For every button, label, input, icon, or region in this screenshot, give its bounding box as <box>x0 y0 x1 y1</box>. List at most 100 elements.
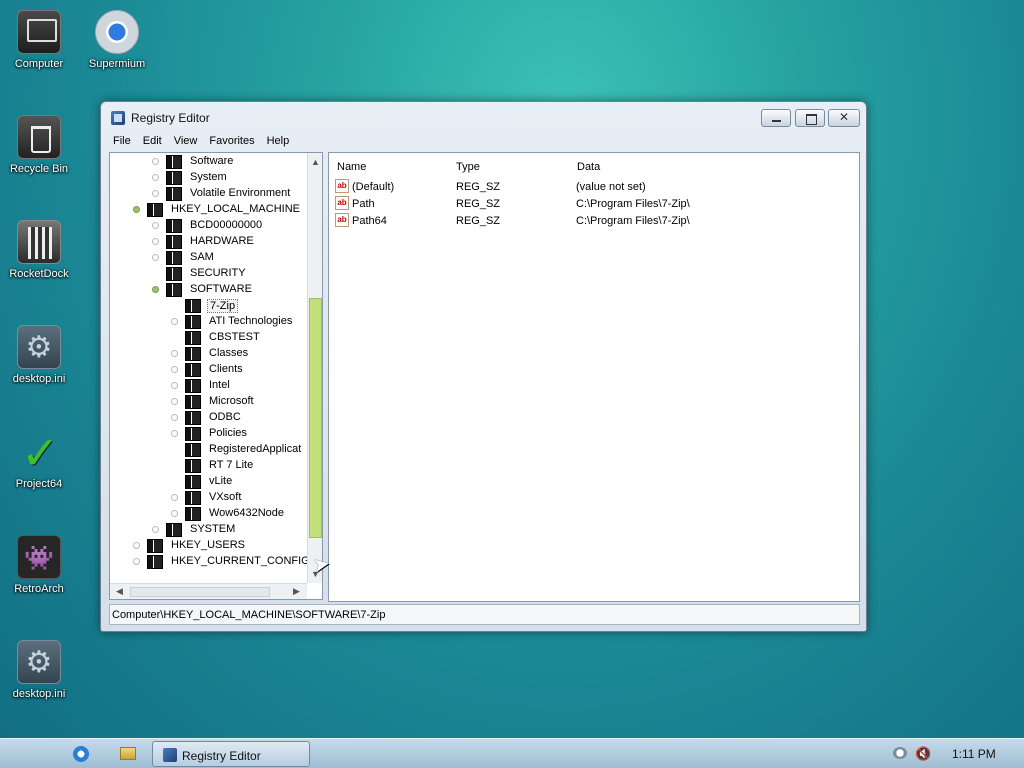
scroll-left-arrow-icon[interactable]: ◀ <box>116 586 123 597</box>
column-header-data[interactable]: Data <box>577 161 600 173</box>
minimize-button[interactable] <box>761 109 791 127</box>
expand-icon[interactable] <box>152 526 159 533</box>
scroll-up-arrow-icon[interactable]: ▲ <box>311 157 320 167</box>
expand-icon[interactable] <box>133 542 140 549</box>
registry-key-icon <box>185 379 201 393</box>
desktop-icon-label: Recycle Bin <box>9 163 69 175</box>
expand-icon[interactable] <box>171 382 178 389</box>
scrollbar-thumb[interactable] <box>130 587 270 597</box>
registry-key-icon <box>185 475 201 489</box>
clock[interactable]: 1:11 PM <box>952 747 996 761</box>
browser-icon <box>95 10 139 54</box>
desktop-icon-recycle-bin[interactable]: Recycle Bin <box>0 115 79 175</box>
scroll-right-arrow-icon[interactable]: ▶ <box>293 586 300 597</box>
menu-file[interactable]: File <box>107 132 137 150</box>
registry-key-icon <box>185 347 201 361</box>
tree-vertical-scrollbar[interactable]: ▲ ▼ <box>307 153 322 583</box>
registry-key-icon <box>166 155 182 169</box>
registry-key-icon <box>185 443 201 457</box>
registry-key-icon <box>185 411 201 425</box>
settings-file-icon <box>17 325 61 369</box>
desktop-icon-retroarch[interactable]: RetroArch <box>0 535 79 595</box>
expand-icon[interactable] <box>152 254 159 261</box>
expand-icon[interactable] <box>152 190 159 197</box>
column-header-type[interactable]: Type <box>456 161 480 173</box>
title-bar[interactable]: Registry Editor <box>101 102 866 132</box>
registry-key-icon <box>147 539 163 553</box>
registry-key-icon <box>166 219 182 233</box>
explorer-folder-icon[interactable] <box>120 747 136 760</box>
expand-icon[interactable] <box>171 414 178 421</box>
rocketdock-icon <box>17 220 61 264</box>
registry-key-icon <box>185 363 201 377</box>
registry-key-icon <box>185 315 201 329</box>
menu-favorites[interactable]: Favorites <box>203 132 260 150</box>
expand-icon[interactable] <box>171 398 178 405</box>
column-header-name[interactable]: Name <box>337 161 366 173</box>
registry-key-icon <box>166 187 182 201</box>
expand-icon[interactable] <box>152 238 159 245</box>
expand-icon[interactable] <box>152 174 159 181</box>
registry-key-icon <box>166 171 182 185</box>
window-title: Registry Editor <box>131 111 210 125</box>
registry-key-icon <box>185 299 201 313</box>
string-value-icon: ab <box>335 213 349 227</box>
registry-key-icon <box>166 235 182 249</box>
expand-icon[interactable] <box>133 558 140 565</box>
status-path: Computer\HKEY_LOCAL_MACHINE\SOFTWARE\7-Z… <box>112 609 386 621</box>
registry-editor-icon <box>111 111 125 125</box>
expand-icon[interactable] <box>171 366 178 373</box>
maximize-button[interactable] <box>795 109 825 127</box>
collapse-icon[interactable] <box>133 206 140 213</box>
desktop-icon-computer[interactable]: Computer <box>0 10 79 70</box>
status-bar: Computer\HKEY_LOCAL_MACHINE\SOFTWARE\7-Z… <box>109 604 860 625</box>
network-icon[interactable] <box>893 747 907 759</box>
registry-key-icon <box>185 427 201 441</box>
expand-icon[interactable] <box>152 222 159 229</box>
registry-editor-window: Registry Editor FileEditViewFavoritesHel… <box>100 101 867 632</box>
registry-key-icon <box>185 395 201 409</box>
tree-horizontal-scrollbar[interactable]: ◀ ▶ <box>110 583 307 599</box>
internet-explorer-icon[interactable] <box>73 746 89 762</box>
expand-icon[interactable] <box>171 430 178 437</box>
computer-icon <box>17 10 61 54</box>
close-button[interactable] <box>828 109 860 127</box>
expand-icon[interactable] <box>171 350 178 357</box>
string-value-icon: ab <box>335 179 349 193</box>
desktop-icon-label: desktop.ini <box>12 373 66 385</box>
menu-bar: File Edit View Favorites Help <box>107 132 860 152</box>
taskbar-item-label: Registry Editor <box>182 749 261 763</box>
expand-icon[interactable] <box>171 318 178 325</box>
expand-icon[interactable] <box>171 494 178 501</box>
value-row[interactable]: ab Path REG_SZ C:\Program Files\7-Zip\ <box>333 196 853 212</box>
volume-muted-icon[interactable]: 🔇 <box>915 746 931 762</box>
registry-key-icon <box>185 491 201 505</box>
expand-icon[interactable] <box>171 510 178 517</box>
scrollbar-thumb[interactable] <box>309 298 322 538</box>
registry-key-icon <box>185 507 201 521</box>
registry-values-list: Name Type Data ab (Default) REG_SZ (valu… <box>328 152 860 602</box>
collapse-icon[interactable] <box>152 286 159 293</box>
taskbar-item-registry-editor[interactable]: Registry Editor <box>152 741 310 767</box>
project64-icon <box>17 426 61 480</box>
menu-view[interactable]: View <box>168 132 204 150</box>
registry-key-icon <box>166 283 182 297</box>
registry-key-icon <box>185 459 201 473</box>
desktop-icon-desktop-ini[interactable]: desktop.ini <box>0 325 79 385</box>
value-row[interactable]: ab Path64 REG_SZ C:\Program Files\7-Zip\ <box>333 213 853 229</box>
retroarch-icon <box>17 535 61 579</box>
menu-edit[interactable]: Edit <box>137 132 168 150</box>
registry-key-icon <box>166 523 182 537</box>
desktop-icon-supermium[interactable]: Supermium <box>77 10 157 70</box>
registry-key-tree: Software System Volatile Environment HKE… <box>109 152 323 600</box>
registry-key-icon <box>185 331 201 345</box>
taskbar: Registry Editor 🔇 1:11 PM <box>0 738 1024 768</box>
registry-key-icon <box>147 555 163 569</box>
expand-icon[interactable] <box>152 158 159 165</box>
value-row[interactable]: ab (Default) REG_SZ (value not set) <box>333 179 853 195</box>
desktop-icon-rocketdock[interactable]: RocketDock <box>0 220 79 280</box>
desktop-icon-label: desktop.ini <box>12 688 66 700</box>
menu-help[interactable]: Help <box>261 132 296 150</box>
desktop-icon-project64[interactable]: Project64 <box>0 426 79 490</box>
desktop-icon-desktop-ini-2[interactable]: desktop.ini <box>0 640 79 700</box>
